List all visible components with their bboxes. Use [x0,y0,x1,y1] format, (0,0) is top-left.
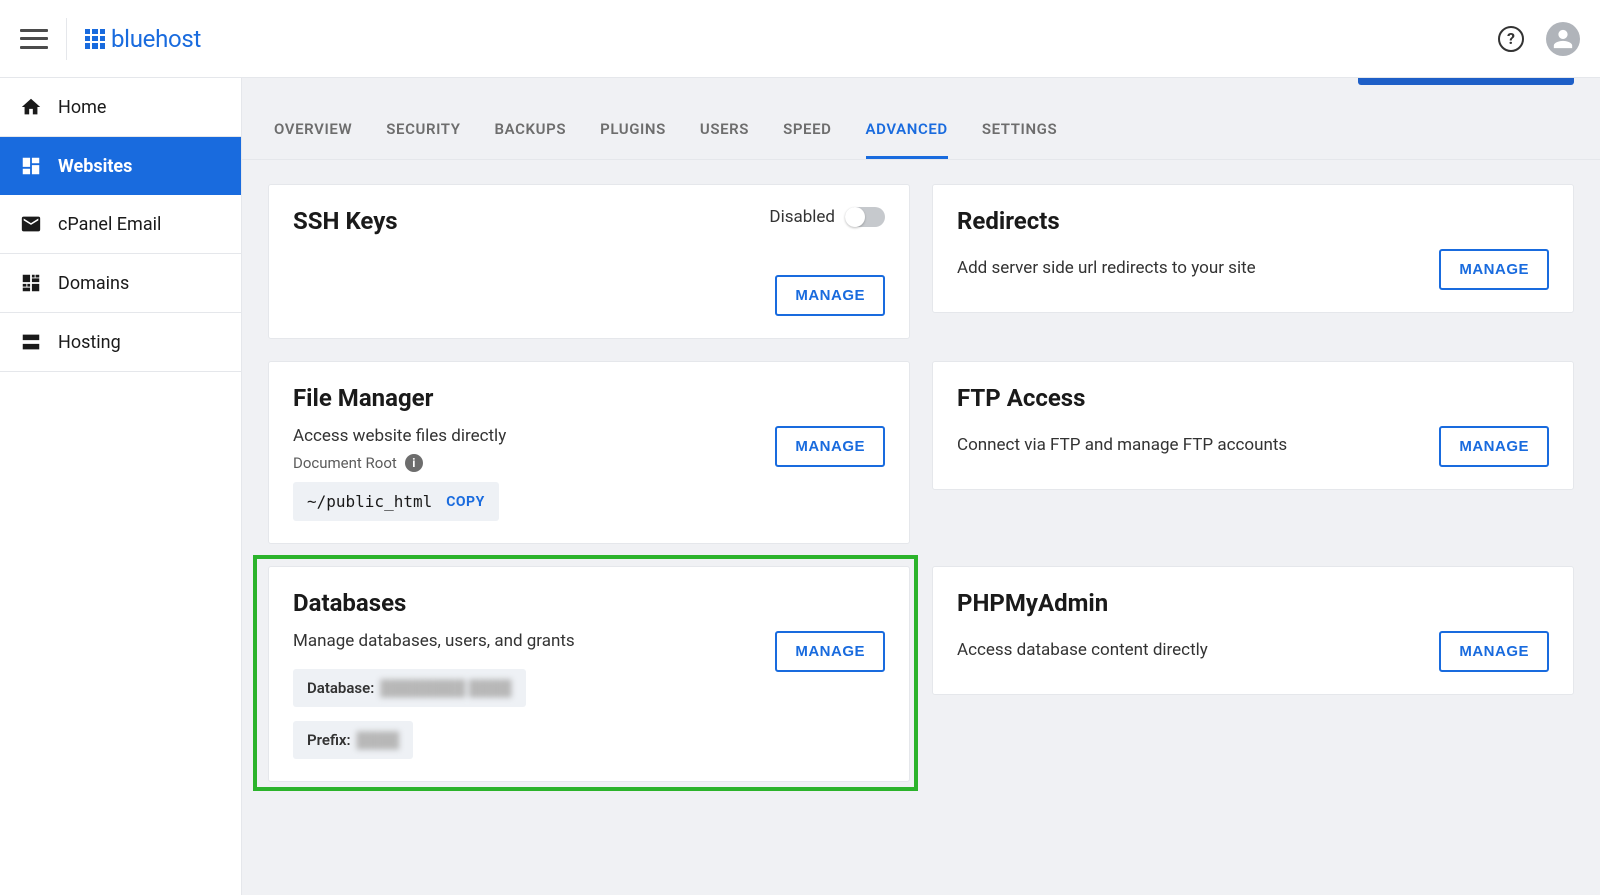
docroot-value: ~/public_html [307,492,432,511]
database-chip: Database: ████████ ████ [293,669,526,707]
topbar-left: bluehost [20,18,201,60]
manage-button[interactable]: MANAGE [1439,249,1549,290]
divider [66,18,67,60]
brand-logo[interactable]: bluehost [85,25,201,53]
topbar: bluehost ? [0,0,1600,78]
tabs: OVERVIEW SECURITY BACKUPS PLUGINS USERS … [242,78,1600,160]
email-icon [20,213,42,235]
prefix-label: Prefix: [307,731,351,749]
home-icon [20,96,42,118]
card-desc: Connect via FTP and manage FTP accounts [957,435,1287,455]
manage-button[interactable]: MANAGE [775,426,885,467]
docroot-label: Document Root [293,454,397,472]
sidebar-item-label: Hosting [58,332,121,353]
card-desc: Access database content directly [957,640,1208,660]
manage-button[interactable]: MANAGE [775,275,885,316]
copy-button[interactable]: COPY [446,494,485,510]
card-file-manager: File Manager Access website files direct… [268,361,910,544]
card-title: PHPMyAdmin [957,589,1549,617]
grid-icon [85,29,105,49]
card-title: File Manager [293,384,885,412]
sidebar-item-domains[interactable]: Domains [0,254,241,313]
card-desc: Manage databases, users, and grants [293,631,775,651]
tab-users[interactable]: USERS [700,120,749,159]
menu-icon[interactable] [20,29,48,49]
help-icon[interactable]: ? [1498,26,1524,52]
tab-speed[interactable]: SPEED [783,120,831,159]
card-phpmyadmin: PHPMyAdmin Access database content direc… [932,566,1574,695]
tab-backups[interactable]: BACKUPS [495,120,567,159]
prefix-value: ████ [357,731,400,749]
tab-security[interactable]: SECURITY [386,120,460,159]
prefix-chip: Prefix: ████ [293,721,413,759]
database-value: ████████ ████ [380,679,511,697]
tab-settings[interactable]: SETTINGS [982,120,1057,159]
domains-icon [20,272,42,294]
ssh-toggle-wrap: Disabled [769,207,885,227]
database-label: Database: [307,679,374,697]
card-redirects: Redirects Add server side url redirects … [932,184,1574,313]
card-title: FTP Access [957,384,1549,412]
tab-overview[interactable]: OVERVIEW [274,120,352,159]
manage-button[interactable]: MANAGE [1439,631,1549,672]
sidebar: Home Websites cPanel Email Domains Hosti… [0,78,242,895]
card-title: Databases [293,589,885,617]
card-title: Redirects [957,207,1549,235]
sidebar-item-home[interactable]: Home [0,78,241,137]
sidebar-item-hosting[interactable]: Hosting [0,313,241,372]
cta-button-partial[interactable] [1358,78,1574,85]
topbar-right: ? [1498,22,1580,56]
manage-button[interactable]: MANAGE [775,631,885,672]
sidebar-item-websites[interactable]: Websites [0,137,241,195]
sidebar-item-label: cPanel Email [58,214,161,235]
sidebar-item-label: Domains [58,273,129,294]
server-icon [20,331,42,353]
avatar[interactable] [1546,22,1580,56]
manage-button[interactable]: MANAGE [1439,426,1549,467]
toggle-label: Disabled [769,207,835,227]
layout: Home Websites cPanel Email Domains Hosti… [0,78,1600,895]
card-ssh-keys: SSH Keys Disabled MANAGE [268,184,910,339]
card-desc: Access website files directly [293,426,775,446]
sidebar-item-label: Home [58,97,106,118]
card-title: SSH Keys [293,207,398,235]
brand-name: bluehost [111,25,201,53]
dashboard-icon [20,155,42,177]
docroot-chip: ~/public_html COPY [293,482,499,521]
card-desc: Add server side url redirects to your si… [957,258,1256,278]
info-icon[interactable]: i [405,454,423,472]
sidebar-item-cpanel-email[interactable]: cPanel Email [0,195,241,254]
ssh-toggle[interactable] [845,207,885,227]
tab-plugins[interactable]: PLUGINS [600,120,666,159]
cards-grid: SSH Keys Disabled MANAGE Redirects Add s… [242,160,1600,806]
user-icon [1552,28,1574,50]
tab-advanced[interactable]: ADVANCED [866,120,948,159]
docroot-label-row: Document Root i [293,454,775,472]
card-databases: Databases Manage databases, users, and g… [268,566,910,782]
card-ftp-access: FTP Access Connect via FTP and manage FT… [932,361,1574,490]
sidebar-item-label: Websites [58,156,132,177]
main: OVERVIEW SECURITY BACKUPS PLUGINS USERS … [242,78,1600,895]
